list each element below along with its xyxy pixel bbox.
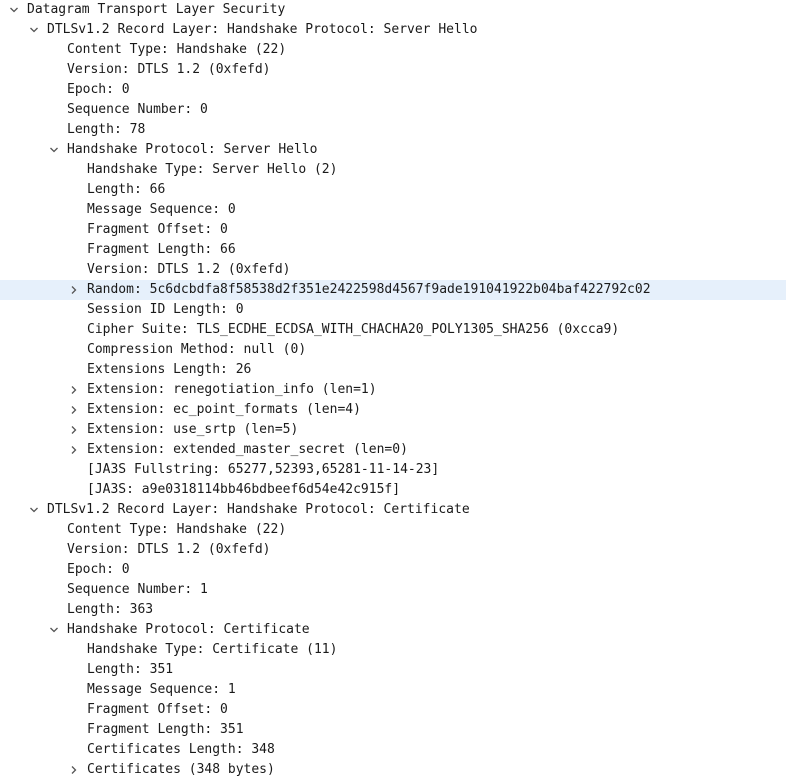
tree-row-label: Message Sequence: 1 [87, 682, 236, 697]
tree-row-label: DTLSv1.2 Record Layer: Handshake Protoco… [47, 502, 470, 517]
tree-row[interactable]: Version: DTLS 1.2 (0xfefd) [0, 540, 786, 560]
tree-row[interactable]: Epoch: 0 [0, 80, 786, 100]
chevron-right-icon[interactable] [68, 760, 80, 780]
tree-row[interactable]: Certificates Length: 348 [0, 740, 786, 760]
tree-row-label: Certificates Length: 348 [87, 742, 275, 757]
tree-row[interactable]: Extension: renegotiation_info (len=1) [0, 380, 786, 400]
tree-row-label: Extension: extended_master_secret (len=0… [87, 442, 408, 457]
chevron-down-icon[interactable] [28, 500, 40, 520]
tree-row-label: Extensions Length: 26 [87, 362, 252, 377]
tree-row[interactable]: Message Sequence: 1 [0, 680, 786, 700]
tree-row[interactable]: Session ID Length: 0 [0, 300, 786, 320]
tree-row[interactable]: Version: DTLS 1.2 (0xfefd) [0, 60, 786, 80]
tree-row-label: [JA3S Fullstring: 65277,52393,65281-11-1… [87, 462, 440, 477]
tree-row[interactable]: Length: 363 [0, 600, 786, 620]
tree-row-label: Message Sequence: 0 [87, 202, 236, 217]
tree-row[interactable]: Extensions Length: 26 [0, 360, 786, 380]
tree-row[interactable]: Certificates (348 bytes) [0, 760, 786, 780]
tree-row-label: Handshake Type: Server Hello (2) [87, 162, 338, 177]
chevron-right-icon[interactable] [68, 420, 80, 440]
tree-row[interactable]: Extension: ec_point_formats (len=4) [0, 400, 786, 420]
tree-row[interactable]: Version: DTLS 1.2 (0xfefd) [0, 260, 786, 280]
tree-row[interactable]: Epoch: 0 [0, 560, 786, 580]
tree-row-label: Length: 351 [87, 662, 174, 677]
tree-row-label: Compression Method: null (0) [87, 342, 307, 357]
tree-row[interactable]: Handshake Type: Certificate (11) [0, 640, 786, 660]
tree-row-label: Content Type: Handshake (22) [67, 42, 287, 57]
tree-row[interactable]: Handshake Protocol: Certificate [0, 620, 786, 640]
tree-row-label: Handshake Protocol: Certificate [67, 622, 310, 637]
tree-row-label: Cipher Suite: TLS_ECDHE_ECDSA_WITH_CHACH… [87, 322, 620, 337]
tree-row-label: Handshake Protocol: Server Hello [67, 142, 318, 157]
tree-row[interactable]: Length: 78 [0, 120, 786, 140]
tree-row[interactable]: DTLSv1.2 Record Layer: Handshake Protoco… [0, 20, 786, 40]
tree-row[interactable]: Fragment Offset: 0 [0, 700, 786, 720]
tree-row[interactable]: Handshake Type: Server Hello (2) [0, 160, 786, 180]
tree-row-label: Content Type: Handshake (22) [67, 522, 287, 537]
tree-row[interactable]: Fragment Length: 351 [0, 720, 786, 740]
tree-row[interactable]: Content Type: Handshake (22) [0, 520, 786, 540]
chevron-right-icon[interactable] [68, 380, 80, 400]
tree-row[interactable]: Handshake Protocol: Server Hello [0, 140, 786, 160]
tree-row[interactable]: Content Type: Handshake (22) [0, 40, 786, 60]
chevron-right-icon[interactable] [68, 440, 80, 460]
tree-row-label: [JA3S: a9e0318114bb46bdbeef6d54e42c915f] [87, 482, 401, 497]
tree-row-label: Length: 78 [67, 122, 146, 137]
chevron-down-icon[interactable] [28, 20, 40, 40]
tree-row-label: Version: DTLS 1.2 (0xfefd) [67, 542, 271, 557]
tree-row-label: Certificates (348 bytes) [87, 762, 275, 777]
tree-row[interactable]: Random: 5c6dcbdfa8f58538d2f351e2422598d4… [0, 280, 786, 300]
tree-row-label: Version: DTLS 1.2 (0xfefd) [67, 62, 271, 77]
tree-row-label: Epoch: 0 [67, 562, 130, 577]
tree-row[interactable]: Fragment Length: 66 [0, 240, 786, 260]
tree-row-label: Fragment Length: 351 [87, 722, 244, 737]
tree-row-label: Handshake Type: Certificate (11) [87, 642, 338, 657]
packet-details-tree: Datagram Transport Layer Security DTLSv1.… [0, 0, 786, 780]
tree-row-label: Extension: renegotiation_info (len=1) [87, 382, 377, 397]
chevron-down-icon[interactable] [48, 620, 60, 640]
tree-row-label: DTLSv1.2 Record Layer: Handshake Protoco… [47, 22, 478, 37]
tree-row[interactable]: Sequence Number: 1 [0, 580, 786, 600]
tree-row-label: Fragment Offset: 0 [87, 222, 228, 237]
tree-row-label: Random: 5c6dcbdfa8f58538d2f351e2422598d4… [87, 282, 651, 297]
tree-row-label: Sequence Number: 1 [67, 582, 208, 597]
tree-row-label: Fragment Offset: 0 [87, 702, 228, 717]
tree-row-label: Length: 66 [87, 182, 166, 197]
tree-row-label: Datagram Transport Layer Security [27, 2, 286, 17]
chevron-down-icon[interactable] [8, 0, 20, 20]
tree-row-label: Epoch: 0 [67, 82, 130, 97]
tree-row-label: Extension: use_srtp (len=5) [87, 422, 299, 437]
tree-row[interactable]: Extension: use_srtp (len=5) [0, 420, 786, 440]
tree-row[interactable]: Compression Method: null (0) [0, 340, 786, 360]
tree-row-label: Fragment Length: 66 [87, 242, 236, 257]
chevron-right-icon[interactable] [68, 400, 80, 420]
tree-row[interactable]: Message Sequence: 0 [0, 200, 786, 220]
tree-row[interactable]: [JA3S: a9e0318114bb46bdbeef6d54e42c915f] [0, 480, 786, 500]
chevron-right-icon[interactable] [68, 280, 80, 300]
tree-row[interactable]: Sequence Number: 0 [0, 100, 786, 120]
tree-row-label: Extension: ec_point_formats (len=4) [87, 402, 361, 417]
chevron-down-icon[interactable] [48, 140, 60, 160]
tree-row[interactable]: [JA3S Fullstring: 65277,52393,65281-11-1… [0, 460, 786, 480]
tree-row[interactable]: Extension: extended_master_secret (len=0… [0, 440, 786, 460]
tree-row[interactable]: Cipher Suite: TLS_ECDHE_ECDSA_WITH_CHACH… [0, 320, 786, 340]
tree-row[interactable]: DTLSv1.2 Record Layer: Handshake Protoco… [0, 500, 786, 520]
tree-row-label: Length: 363 [67, 602, 154, 617]
tree-row[interactable]: Datagram Transport Layer Security [0, 0, 786, 20]
tree-row-label: Sequence Number: 0 [67, 102, 208, 117]
tree-row-label: Session ID Length: 0 [87, 302, 244, 317]
tree-row[interactable]: Fragment Offset: 0 [0, 220, 786, 240]
tree-row-label: Version: DTLS 1.2 (0xfefd) [87, 262, 291, 277]
tree-row[interactable]: Length: 66 [0, 180, 786, 200]
tree-row[interactable]: Length: 351 [0, 660, 786, 680]
